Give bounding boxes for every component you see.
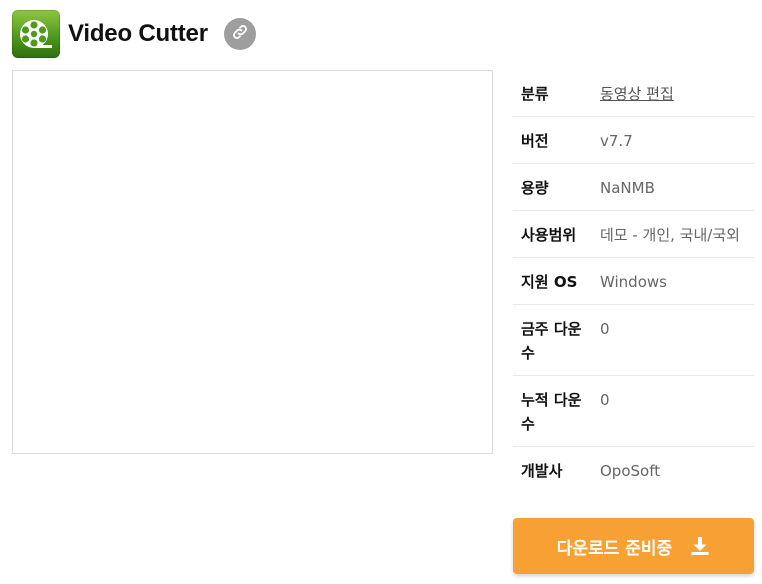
info-value: 데모 - 개인, 국내/국외 (600, 226, 740, 244)
info-label: 개발사 (521, 462, 563, 480)
app-title: Video Cutter (68, 20, 208, 47)
info-value: 0 (600, 320, 610, 338)
info-row-os: 지원 OS Windows (513, 258, 754, 305)
info-row-weekly-downloads: 금주 다운수 0 (513, 305, 754, 376)
info-row-total-downloads: 누적 다운수 0 (513, 376, 754, 447)
copy-link-button[interactable] (223, 18, 256, 50)
info-row-license: 사용범위 데모 - 개인, 국내/국외 (513, 211, 754, 258)
info-value: OpoSoft (600, 462, 661, 480)
info-value: NaNMB (600, 179, 655, 197)
link-icon (231, 23, 249, 45)
download-button[interactable]: 다운로드 준비중 (513, 518, 754, 574)
info-label: 금주 다운수 (521, 320, 582, 362)
info-label: 누적 다운수 (521, 391, 582, 433)
app-header: Video Cutter (12, 10, 256, 58)
screenshot-area (12, 70, 493, 454)
download-button-label: 다운로드 준비중 (556, 538, 673, 559)
info-row-category: 분류 동영상 편집 (513, 70, 754, 117)
info-label: 분류 (521, 85, 549, 103)
info-label: 사용범위 (521, 226, 577, 244)
download-icon (690, 536, 710, 556)
info-table: 분류 동영상 편집 버전 v7.7 용량 NaNMB 사용범위 데모 - 개인,… (513, 70, 754, 494)
info-row-size: 용량 NaNMB (513, 164, 754, 211)
info-value: 0 (600, 391, 610, 409)
film-reel-icon (12, 10, 60, 58)
category-link[interactable]: 동영상 편집 (600, 82, 746, 106)
info-row-developer: 개발사 OpoSoft (513, 447, 754, 494)
info-label: 버전 (521, 132, 549, 150)
info-value: Windows (600, 273, 667, 291)
info-row-version: 버전 v7.7 (513, 117, 754, 164)
info-label: 지원 OS (521, 273, 578, 291)
info-label: 용량 (521, 179, 549, 197)
info-value: v7.7 (600, 132, 633, 150)
